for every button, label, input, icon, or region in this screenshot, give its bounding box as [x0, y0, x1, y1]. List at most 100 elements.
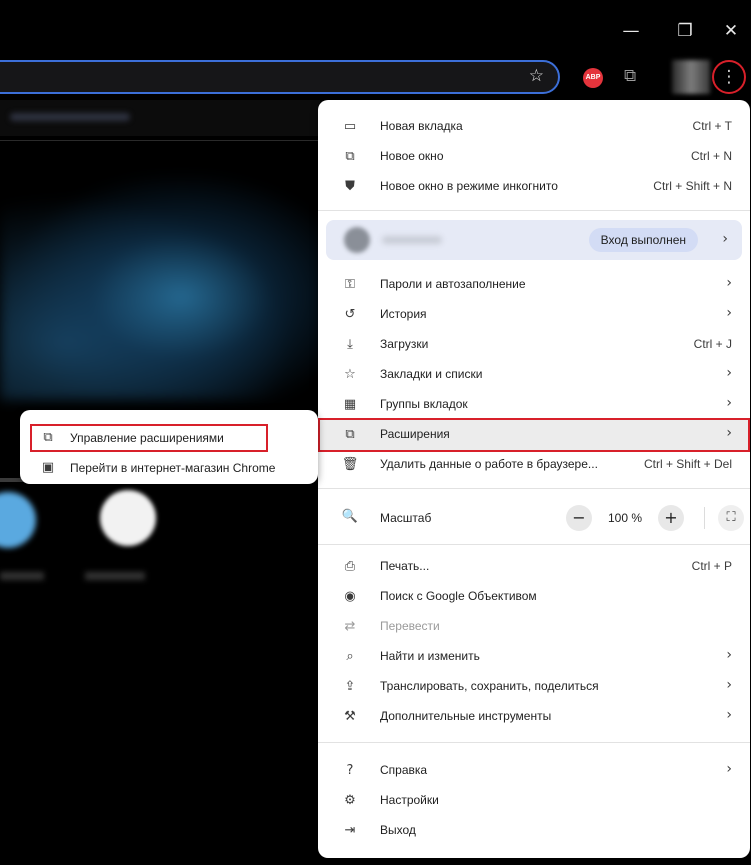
shortcut-tile[interactable] — [0, 492, 36, 548]
browser-toolbar: ☆ — [0, 56, 751, 100]
zoom-out-button[interactable]: − — [566, 505, 592, 531]
menu-item-label: Расширения — [380, 427, 450, 441]
menu-item-incognito[interactable]: ⛊ Новое окно в режиме инкогнито Ctrl + S… — [318, 172, 750, 202]
new-tab-icon: ▭ — [343, 119, 357, 134]
chevron-right-icon: › — [726, 707, 732, 723]
menu-item-label: Настройки — [380, 793, 439, 807]
menu-item-label: Справка — [380, 763, 428, 777]
bookmark-star-icon[interactable]: ☆ — [529, 66, 544, 86]
tab-groups-icon: ▦ — [343, 397, 357, 412]
zoom-icon: 🔍 — [341, 509, 359, 524]
chevron-right-icon: › — [722, 231, 728, 247]
chevron-right-icon: › — [726, 305, 732, 321]
puzzle-icon: ⧉ — [345, 427, 355, 442]
menu-item-label: История — [380, 307, 427, 321]
exit-icon: ⇥ — [344, 823, 356, 838]
menu-item-label: Выход — [380, 823, 416, 837]
menu-item-label: Новая вкладка — [380, 119, 463, 133]
submenu-item-label: Перейти в интернет-магазин Chrome — [70, 461, 276, 475]
menu-item-clear-data[interactable]: 🗑 Удалить данные о работе в браузере... … — [318, 450, 750, 480]
submenu-item-label: Управление расширениями — [70, 431, 224, 445]
menu-item-zoom: 🔍 Масштаб − 100 % + ⛶ — [318, 502, 750, 536]
zoom-level: 100 % — [608, 511, 643, 525]
menu-item-bookmarks[interactable]: ☆ Закладки и списки › — [318, 360, 750, 390]
zoom-in-button[interactable]: + — [658, 505, 684, 531]
menu-item-translate[interactable]: ⇄ Перевести — [318, 612, 750, 642]
shortcut-tile[interactable] — [100, 490, 156, 546]
lens-icon: ◉ — [344, 589, 356, 604]
chevron-right-icon: › — [726, 761, 732, 777]
menu-item-new-tab[interactable]: ▭ Новая вкладка Ctrl + T — [318, 112, 750, 142]
menu-item-more-tools[interactable]: ⚒ Дополнительные инструменты › — [318, 702, 750, 732]
menu-item-help[interactable]: ? Справка › — [318, 756, 750, 786]
menu-item-passwords[interactable]: ⚿ Пароли и автозаполнение › — [318, 270, 750, 300]
menu-item-label: Найти и изменить — [380, 649, 480, 663]
shortcut-label — [0, 572, 44, 580]
puzzle-icon: ⧉ — [43, 430, 53, 445]
star-icon: ☆ — [344, 367, 356, 382]
divider — [318, 488, 750, 489]
print-icon: ⎙ — [344, 559, 356, 574]
menu-item-new-window[interactable]: ⧉ Новое окно Ctrl + N — [318, 142, 750, 172]
extensions-puzzle-icon[interactable]: ⧉ — [624, 66, 636, 86]
store-icon: ▣ — [41, 460, 55, 475]
help-icon: ? — [346, 763, 354, 778]
trash-icon: 🗑 — [341, 457, 359, 472]
menu-item-label: Удалить данные о работе в браузере... — [380, 457, 598, 471]
avatar — [344, 227, 370, 253]
toolbox-icon: ⚒ — [344, 709, 356, 724]
incognito-icon: ⛊ — [345, 179, 355, 194]
menu-item-shortcut: Ctrl + J — [693, 337, 732, 351]
menu-item-cast-save-share[interactable]: ⇪ Транслировать, сохранить, поделиться › — [318, 672, 750, 702]
background-image — [0, 170, 330, 400]
minimize-button[interactable]: — — [616, 16, 646, 46]
divider — [704, 507, 705, 529]
menu-item-tab-groups[interactable]: ▦ Группы вкладок › — [318, 390, 750, 420]
menu-item-shortcut: Ctrl + P — [691, 559, 732, 573]
fullscreen-button[interactable]: ⛶ — [718, 505, 744, 531]
extensions-submenu: ⧉ Управление расширениями ▣ Перейти в ин… — [20, 410, 318, 484]
menu-item-label: Транслировать, сохранить, поделиться — [380, 679, 599, 693]
menu-item-settings[interactable]: ⚙ Настройки — [318, 786, 750, 816]
translate-icon: ⇄ — [344, 619, 356, 634]
menu-item-google-lens[interactable]: ◉ Поиск с Google Объективом — [318, 582, 750, 612]
menu-item-label: Пароли и автозаполнение — [380, 277, 526, 291]
menu-item-find[interactable]: ⌕ Найти и изменить › — [318, 642, 750, 672]
chevron-right-icon: › — [726, 395, 732, 411]
menu-item-downloads[interactable]: ⤓ Загрузки Ctrl + J — [318, 330, 750, 360]
profile-row[interactable]: Вход выполнен › — [326, 220, 742, 260]
chrome-menu-button[interactable]: ⋮ — [712, 60, 746, 94]
menu-item-label: Масштаб — [380, 511, 432, 525]
chrome-main-menu: ▭ Новая вкладка Ctrl + T ⧉ Новое окно Ct… — [318, 100, 750, 858]
signed-in-badge: Вход выполнен — [588, 228, 698, 252]
menu-item-label: Перевести — [380, 619, 440, 633]
menu-item-extensions[interactable]: ⧉ Расширения › — [318, 420, 750, 450]
title-bar: — ❐ ✕ — [0, 0, 751, 56]
menu-item-label: Дополнительные инструменты — [380, 709, 552, 723]
submenu-item-manage-extensions[interactable]: ⧉ Управление расширениями — [20, 424, 318, 452]
profile-name — [382, 236, 442, 244]
gear-icon: ⚙ — [344, 793, 356, 808]
chevron-right-icon: › — [726, 275, 732, 291]
divider — [318, 742, 750, 743]
history-icon: ↺ — [344, 307, 356, 322]
address-bar[interactable]: ☆ — [0, 60, 560, 94]
menu-item-label: Группы вкладок — [380, 397, 468, 411]
chevron-right-icon: › — [726, 365, 732, 381]
adblock-extension-icon[interactable]: ABP — [583, 68, 603, 88]
menu-item-exit[interactable]: ⇥ Выход — [318, 816, 750, 846]
menu-item-label: Закладки и списки — [380, 367, 483, 381]
profile-avatar[interactable] — [672, 60, 710, 94]
chevron-right-icon: › — [726, 647, 732, 663]
submenu-item-web-store[interactable]: ▣ Перейти в интернет-магазин Chrome — [20, 454, 318, 482]
download-icon: ⤓ — [347, 337, 353, 352]
menu-item-label: Поиск с Google Объективом — [380, 589, 537, 603]
menu-item-shortcut: Ctrl + Shift + N — [653, 179, 732, 193]
bookmark-item[interactable] — [10, 113, 130, 121]
restore-button[interactable]: ❐ — [670, 16, 700, 46]
shortcut-label — [85, 572, 145, 580]
menu-item-label: Печать... — [380, 559, 430, 573]
menu-item-history[interactable]: ↺ История › — [318, 300, 750, 330]
close-button[interactable]: ✕ — [716, 16, 746, 46]
menu-item-print[interactable]: ⎙ Печать... Ctrl + P — [318, 552, 750, 582]
